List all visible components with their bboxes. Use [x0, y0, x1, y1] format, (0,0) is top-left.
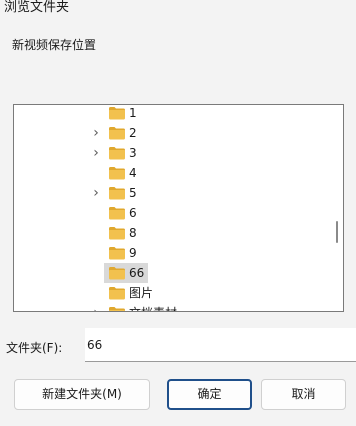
folder-icon [108, 146, 126, 160]
chevron-right-icon[interactable]: › [90, 186, 102, 200]
tree-scrollbar[interactable] [331, 105, 343, 311]
folder-icon [108, 306, 126, 311]
tree-item[interactable]: 1 [14, 105, 332, 123]
folder-icon [108, 126, 126, 140]
tree-item-label: 5 [129, 186, 137, 200]
tree-item-label: 图片 [129, 286, 154, 300]
dialog-prompt: 新视频保存位置 [12, 38, 97, 52]
tree-item[interactable]: 8 [14, 223, 332, 243]
chevron-right-icon[interactable]: › [90, 146, 102, 160]
folder-tree[interactable]: 1›2›34›568966图片›文档素材 [13, 104, 344, 312]
tree-item[interactable]: › 2 [14, 123, 332, 143]
tree-item-label: 1 [129, 106, 137, 120]
tree-item-label: 4 [129, 166, 137, 180]
tree-item-label: 66 [129, 266, 145, 280]
tree-item[interactable]: › 文档素材 [14, 303, 332, 311]
folder-icon [108, 246, 126, 260]
folder-icon [108, 106, 126, 120]
tree-item[interactable]: 图片 [14, 283, 332, 303]
tree-item[interactable]: 66 [14, 263, 332, 283]
folder-name-input[interactable] [85, 328, 356, 362]
ok-button[interactable]: 确定 [167, 379, 252, 410]
window-title: 浏览文件夹 [4, 0, 70, 15]
folder-icon [108, 286, 126, 300]
new-folder-button[interactable]: 新建文件夹(M) [14, 379, 150, 410]
chevron-right-icon[interactable]: › [90, 306, 102, 311]
folder-icon [108, 266, 126, 280]
folder-icon [108, 206, 126, 220]
tree-item-label: 6 [129, 206, 137, 220]
tree-item-label: 3 [129, 146, 137, 160]
folder-icon [108, 226, 126, 240]
tree-item-label: 8 [129, 226, 137, 240]
tree-item[interactable]: 6 [14, 203, 332, 223]
tree-scrollbar-thumb[interactable] [336, 221, 338, 243]
tree-item[interactable]: › 5 [14, 183, 332, 203]
folder-field-label: 文件夹(F): [6, 341, 63, 355]
chevron-right-icon[interactable]: › [90, 126, 102, 140]
tree-item[interactable]: › 3 [14, 143, 332, 163]
cancel-button[interactable]: 取消 [261, 379, 346, 410]
folder-icon [108, 166, 126, 180]
tree-item[interactable]: 4 [14, 163, 332, 183]
tree-item-label: 文档素材 [129, 305, 177, 311]
tree-item[interactable]: 9 [14, 243, 332, 263]
tree-item-label: 9 [129, 246, 137, 260]
folder-icon [108, 186, 126, 200]
tree-item-label: 2 [129, 126, 137, 140]
